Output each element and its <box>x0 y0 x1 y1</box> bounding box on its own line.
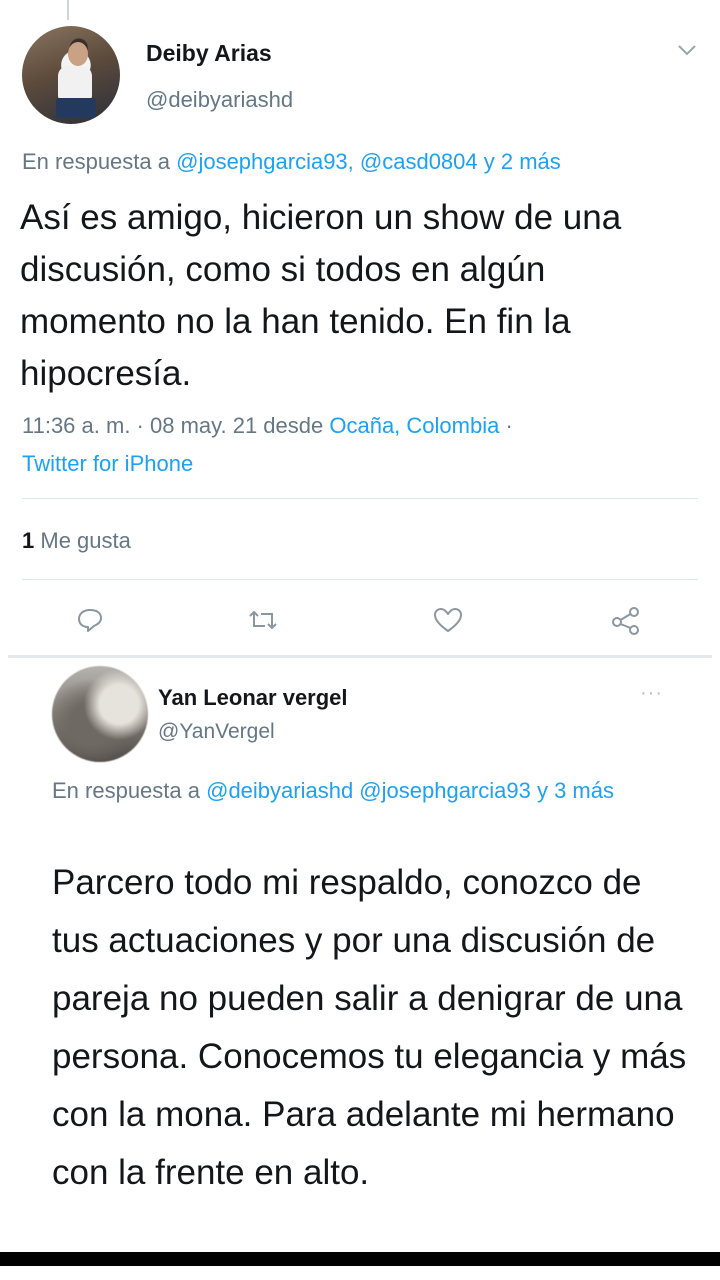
bottom-margin <box>0 1266 720 1280</box>
author-name[interactable]: Yan Leonar vergel <box>158 685 348 711</box>
more-options-icon[interactable]: ··· <box>640 682 663 705</box>
author-name[interactable]: Deiby Arias <box>146 40 272 67</box>
divider <box>22 498 698 499</box>
reply-mentions-link[interactable]: @josephgarcia93, @casd0804 y 2 más <box>176 149 561 174</box>
tweet-meta: 11:36 a. m. · 08 may. 21 desde Ocaña, Co… <box>22 407 712 483</box>
divider <box>22 579 698 580</box>
reply-to-line: En respuesta a @deibyariashd @josephgarc… <box>52 773 692 809</box>
timestamp[interactable]: 11:36 a. m. · 08 may. 21 desde <box>22 413 329 438</box>
retweet-icon <box>249 610 277 630</box>
tweet-deiby-arias: Deiby Arias @deibyariashd En respuesta a… <box>0 0 720 655</box>
reply-button[interactable] <box>70 600 110 640</box>
author-handle[interactable]: @YanVergel <box>158 720 275 744</box>
like-button[interactable] <box>428 600 468 640</box>
tweet-actions <box>0 600 720 646</box>
share-button[interactable] <box>606 600 646 640</box>
author-handle[interactable]: @deibyariashd <box>146 87 293 113</box>
like-icon <box>434 608 462 632</box>
reply-icon <box>78 609 102 632</box>
avatar[interactable] <box>22 26 120 124</box>
retweet-button[interactable] <box>243 600 283 640</box>
share-icon <box>612 607 639 635</box>
tweet-text: Así es amigo, hicieron un show de una di… <box>20 198 622 393</box>
tweet-text: Parcero todo mi respaldo, conozco de tus… <box>52 863 687 1192</box>
meta-separator: · <box>499 413 513 438</box>
reply-prefix: En respuesta a <box>52 778 207 803</box>
likes-label: Me gusta <box>34 528 131 553</box>
likes-count[interactable]: 1 Me gusta <box>22 528 131 554</box>
likes-number: 1 <box>22 528 35 553</box>
bottom-border <box>0 1252 720 1266</box>
tweet-yan-leonar-vergel: Yan Leonar vergel @YanVergel ··· En resp… <box>8 655 712 1255</box>
reply-prefix: En respuesta a <box>22 149 177 174</box>
thread-line <box>67 0 69 20</box>
chevron-down-icon[interactable] <box>676 42 698 58</box>
source-link[interactable]: Twitter for iPhone <box>22 451 193 476</box>
reply-to-line: En respuesta a @josephgarcia93, @casd080… <box>22 149 561 175</box>
location-link[interactable]: Ocaña, Colombia <box>329 413 499 438</box>
avatar[interactable] <box>52 666 148 762</box>
reply-mentions-link[interactable]: @deibyariashd @josephgarcia93 y 3 más <box>206 778 614 803</box>
